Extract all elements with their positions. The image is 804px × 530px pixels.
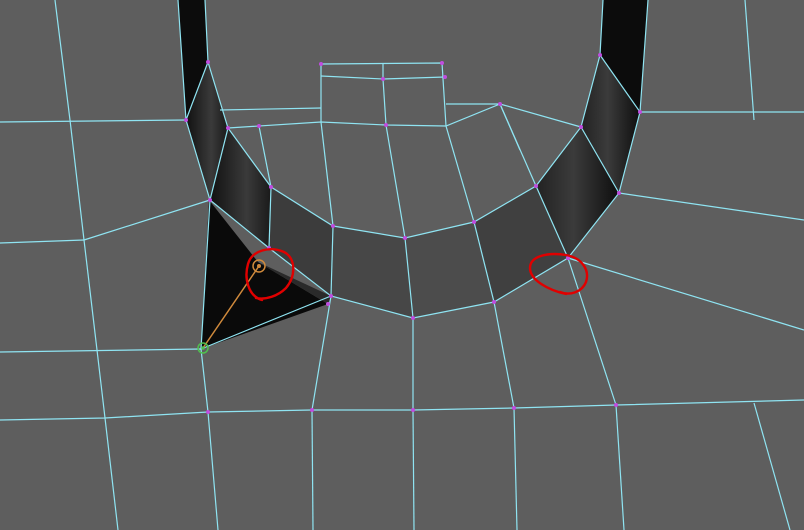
- mesh-canvas[interactable]: [0, 0, 804, 530]
- target-weld-anchor-dot: [201, 346, 205, 350]
- target-weld-handle-dot: [257, 264, 261, 268]
- 3d-viewport[interactable]: [0, 0, 804, 530]
